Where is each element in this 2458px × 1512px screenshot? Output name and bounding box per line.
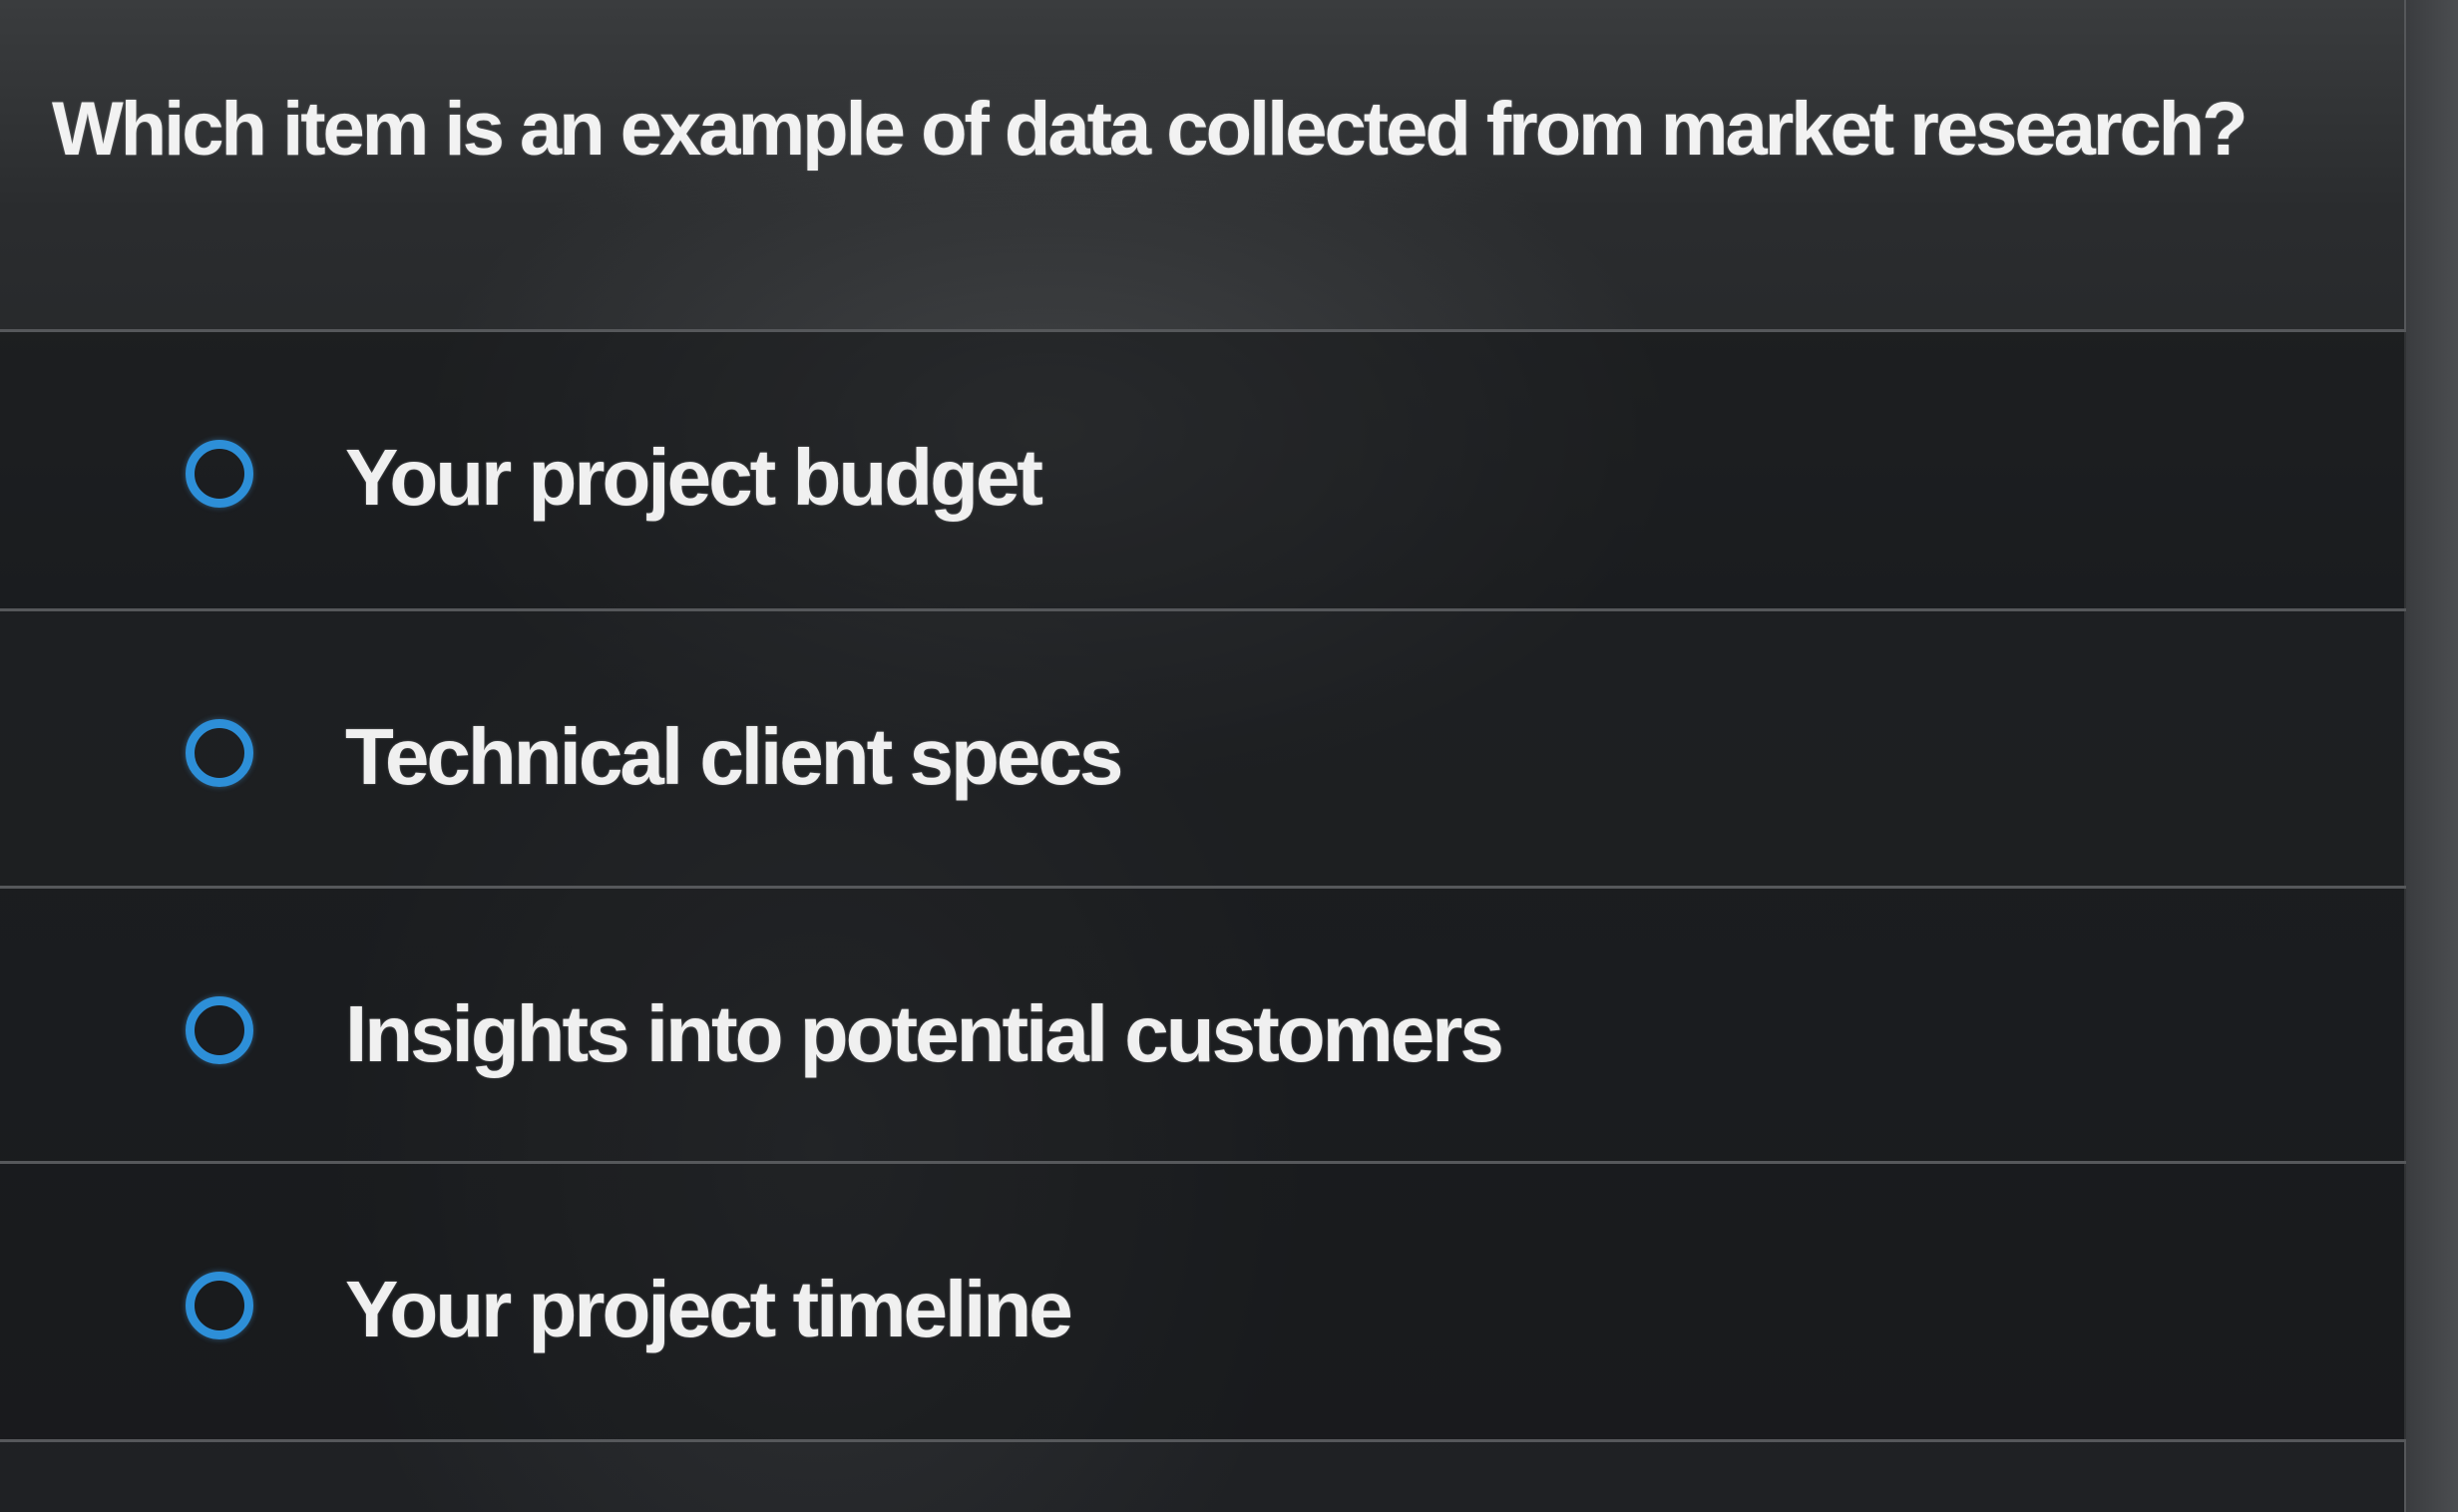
answer-options: Your project budget Technical client spe… [0, 329, 2406, 1442]
quiz-screen: Which item is an example of data collect… [0, 0, 2458, 1512]
screen-edge [2404, 0, 2458, 1512]
answer-option-specs[interactable]: Technical client specs [0, 608, 2406, 886]
answer-option-label: Your project timeline [345, 1265, 1073, 1353]
answer-option-label: Insights into potential customers [345, 989, 1504, 1078]
question-text: Which item is an example of data collect… [52, 87, 2249, 172]
answer-option-budget[interactable]: Your project budget [0, 329, 2406, 608]
radio-button-icon[interactable] [186, 440, 253, 508]
radio-button-icon[interactable] [186, 996, 253, 1064]
answer-option-label: Your project budget [345, 433, 1043, 522]
radio-button-icon[interactable] [186, 719, 253, 787]
answer-option-insights[interactable]: Insights into potential customers [0, 886, 2406, 1161]
answer-option-timeline[interactable]: Your project timeline [0, 1161, 2406, 1442]
answer-option-label: Technical client specs [345, 712, 1123, 801]
radio-button-icon[interactable] [186, 1272, 253, 1339]
